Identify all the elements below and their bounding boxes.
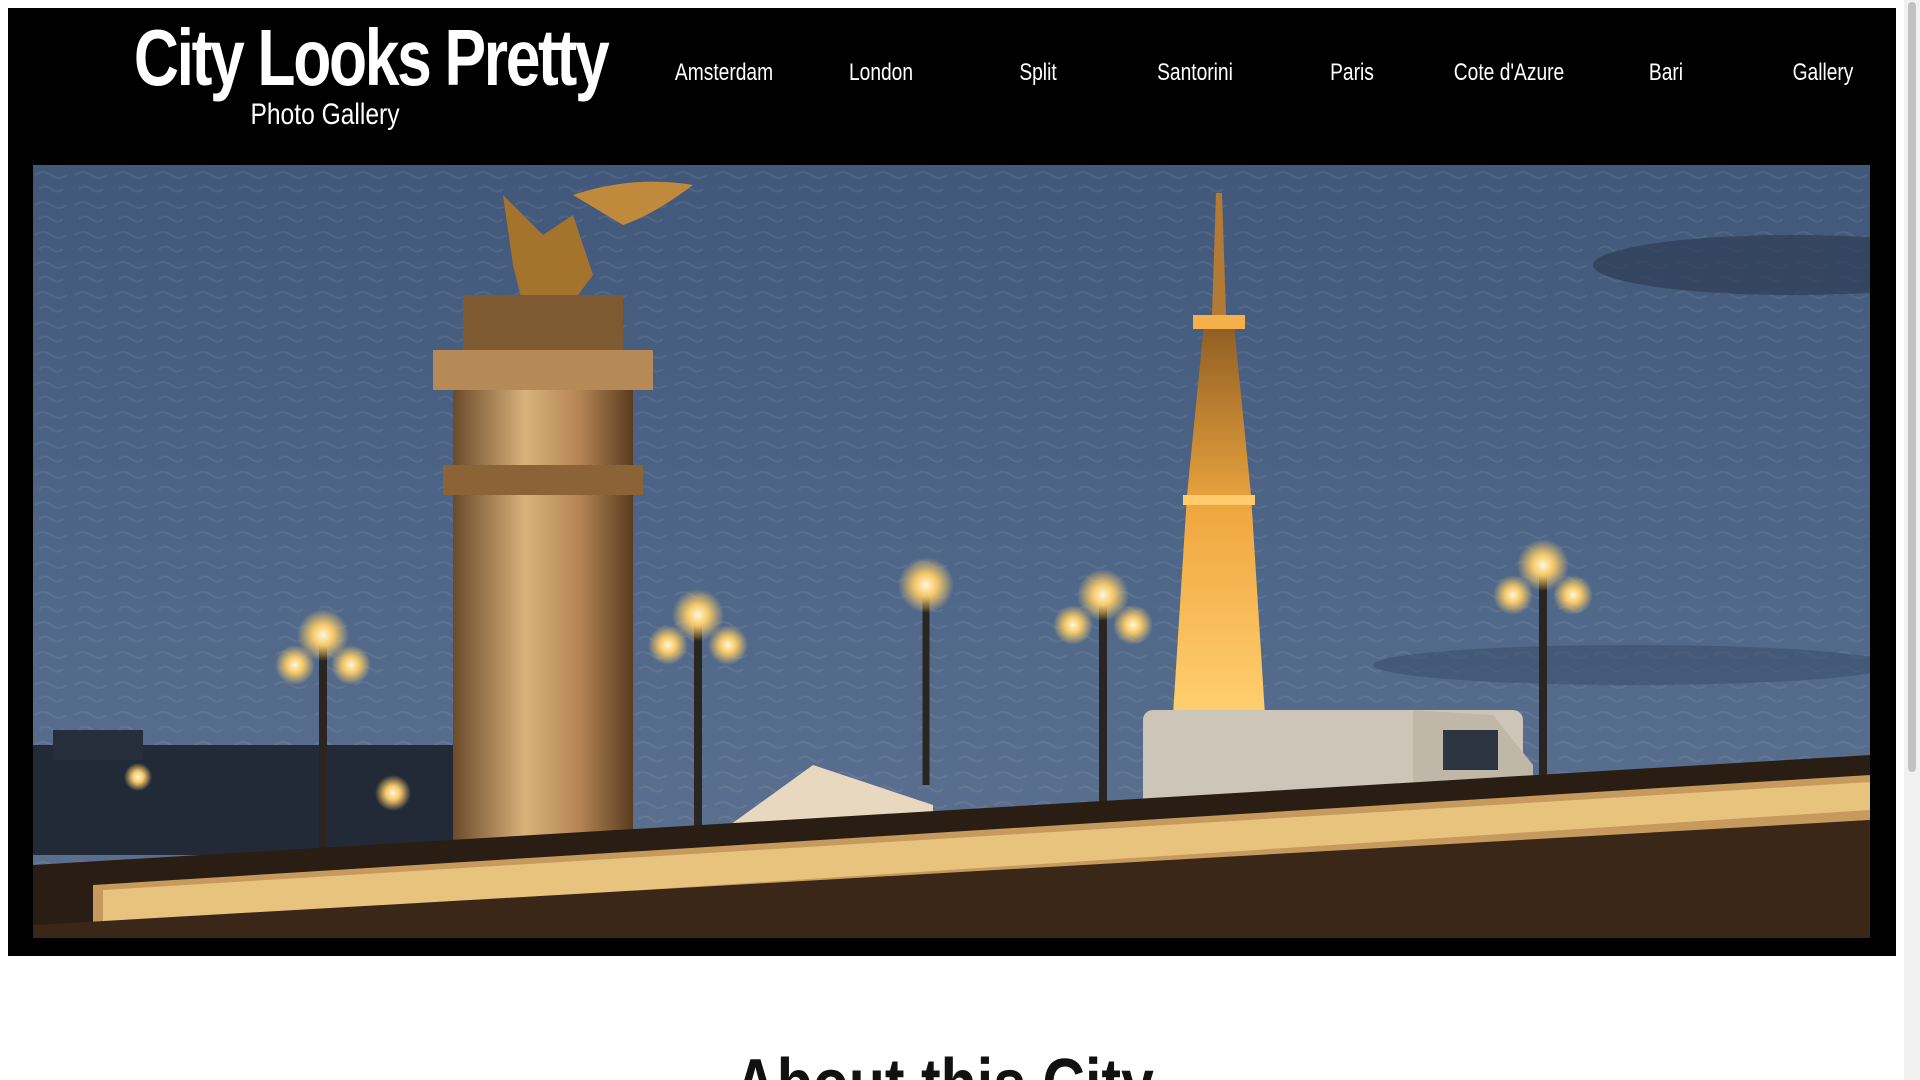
nav-item-paris[interactable]: Paris xyxy=(1288,54,1416,92)
main-nav: Amsterdam London Split Santorini Paris C… xyxy=(8,54,1896,92)
scrollbar-thumb[interactable] xyxy=(1908,2,1916,772)
nav-item-amsterdam[interactable]: Amsterdam xyxy=(660,54,788,92)
site-subtitle: Photo Gallery xyxy=(250,98,400,131)
nav-item-london[interactable]: London xyxy=(817,54,945,92)
hero-image-paris xyxy=(33,165,1870,938)
section-heading: About this City xyxy=(170,1045,1718,1080)
header-frame: City Looks Pretty Photo Gallery Amsterda… xyxy=(8,8,1896,956)
nav-item-santorini[interactable]: Santorini xyxy=(1131,54,1259,92)
paris-night-painting xyxy=(33,165,1870,938)
page-scrollbar[interactable] xyxy=(1904,0,1920,1080)
nav-item-bari[interactable]: Bari xyxy=(1602,54,1730,92)
site-header: City Looks Pretty Photo Gallery Amsterda… xyxy=(8,8,1896,166)
nav-item-split[interactable]: Split xyxy=(974,54,1102,92)
nav-item-gallery[interactable]: Gallery xyxy=(1759,54,1887,92)
nav-item-cote-dazure[interactable]: Cote d'Azure xyxy=(1445,54,1573,92)
